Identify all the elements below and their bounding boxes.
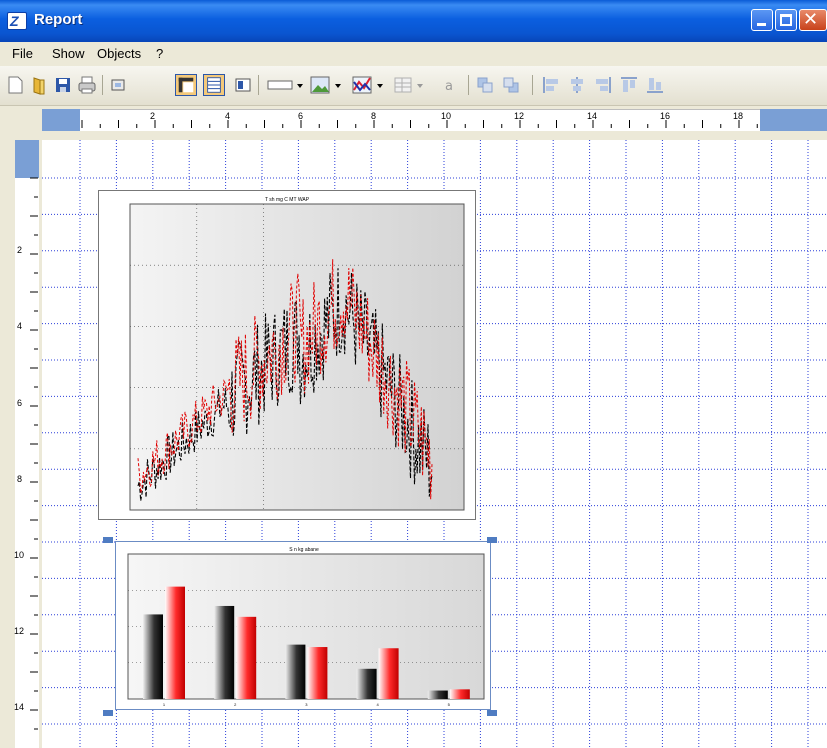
align-right-icon[interactable] [592,74,614,96]
bar-category-label: 3 [305,702,308,707]
rectangle-icon[interactable] [266,74,306,96]
h-ruler-label: 16 [660,111,671,121]
image-icon[interactable] [308,74,348,96]
text-icon[interactable]: a [438,74,460,96]
v-ruler-label: 2 [17,245,23,255]
resize-handle[interactable] [487,710,497,716]
v-ruler-label: 4 [17,321,23,331]
menu-bar: File Show Objects ? [0,42,827,66]
v-ruler-label: 6 [17,398,23,408]
h-ruler-label: 10 [441,111,452,121]
menu-show[interactable]: Show [52,46,85,61]
minimize-button[interactable] [751,9,773,31]
open-icon[interactable] [28,74,50,96]
align-center-icon[interactable] [566,74,588,96]
report-window: Z Report ✕ File Show Objects ? a 2 4 6 8… [0,0,827,748]
close-icon: ✕ [803,9,819,30]
h-ruler-label: 2 [150,111,156,121]
color-icon[interactable] [232,74,254,96]
toolbar: a [0,66,827,106]
maximize-icon [780,14,792,26]
bar-category-label: 5 [448,702,451,707]
bar [285,644,306,699]
print-icon[interactable] [76,74,98,96]
resize-handle[interactable] [487,537,497,543]
align-top-icon[interactable] [618,74,640,96]
minimize-icon [757,23,766,26]
new-icon[interactable] [4,74,26,96]
maximize-button[interactable] [775,9,797,31]
bar-chart-title: S n kg abane [289,547,319,553]
bar-category-label: 4 [376,702,379,707]
resize-handle[interactable] [103,710,113,716]
h-ruler-label: 6 [298,111,304,121]
h-ruler-label: 4 [225,111,231,121]
ruler-icon[interactable] [175,74,197,96]
bar-chart: S n kg abane 1 2 3 4 5 [127,547,485,707]
h-ruler-ticks [81,120,758,128]
chart-icon[interactable] [350,74,390,96]
bar [356,668,377,699]
menu-help[interactable]: ? [156,46,163,61]
align-bottom-icon[interactable] [644,74,666,96]
v-ruler-label: 10 [14,550,25,560]
bar [427,690,448,699]
app-icon: Z [7,12,27,30]
v-ruler-label: 8 [17,474,23,484]
menu-objects[interactable]: Objects [97,46,141,61]
v-ruler-label: 14 [14,702,25,712]
bar [143,614,163,699]
bar [214,605,235,699]
table-icon[interactable] [392,74,432,96]
line-chart-object[interactable]: T sh mg C MT WAP [98,190,476,520]
svg-text:a: a [445,79,453,94]
h-ruler-label: 18 [733,111,744,121]
bar [449,689,470,699]
h-ruler-label: 14 [587,111,598,121]
close-button[interactable]: ✕ [799,9,827,31]
grid-icon[interactable] [203,74,225,96]
bar-chart-object[interactable]: S n kg abane 1 2 3 4 5 [115,541,491,710]
frame-icon[interactable] [107,74,129,96]
align-left-icon[interactable] [540,74,562,96]
line-chart: T sh mg C MT WAP [129,197,465,511]
title-bar[interactable]: Z Report ✕ [0,0,827,42]
chart-title: T sh mg C MT WAP [265,197,310,203]
bar [307,647,328,699]
bar [165,586,185,699]
menu-file[interactable]: File [12,46,33,61]
bar-category-label: 2 [234,702,237,707]
horizontal-ruler[interactable]: 2 4 6 8 10 12 14 16 18 [0,106,827,134]
bar [236,616,257,699]
h-ruler-label: 12 [514,111,525,121]
save-icon[interactable] [52,74,74,96]
back-icon[interactable] [500,74,522,96]
h-ruler-label: 8 [371,111,377,121]
v-ruler-ticks [30,177,38,730]
bar-category-label: 1 [163,702,166,707]
window-title: Report [34,11,83,28]
front-icon[interactable] [474,74,496,96]
bar [378,648,399,699]
v-ruler-label: 12 [14,626,25,636]
vertical-ruler[interactable]: 2 4 6 8 10 12 14 [0,134,42,748]
resize-handle[interactable] [103,537,113,543]
